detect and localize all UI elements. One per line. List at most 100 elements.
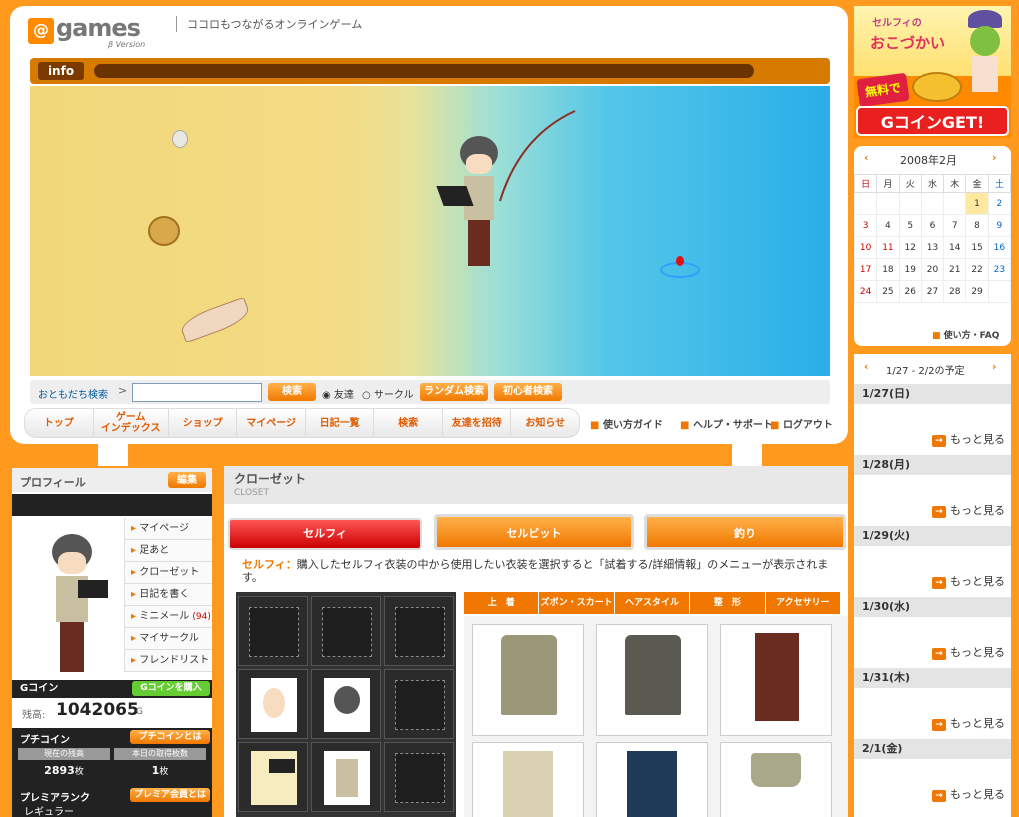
help-support-link[interactable]: ■ ヘルプ・サポート [680, 416, 773, 431]
profile-avatar[interactable] [32, 534, 112, 674]
calendar-day[interactable]: 19 [898, 258, 922, 281]
outfit-slot-empty[interactable] [384, 596, 454, 666]
outfit-slot-empty[interactable] [311, 596, 381, 666]
category-face[interactable]: 整 形 [690, 592, 766, 614]
menu-mycircle[interactable]: マイサークル [124, 628, 212, 650]
category-tops[interactable]: 上 着 [464, 592, 540, 614]
usage-guide-link[interactable]: ■ 使い方ガイド [590, 416, 663, 431]
tab-selfy[interactable]: セルフィ [228, 518, 422, 550]
category-pants-skirts[interactable]: ズボン・スカート [539, 592, 615, 614]
calendar-day[interactable]: 22 [965, 258, 989, 281]
item-card[interactable] [596, 742, 708, 817]
puchi-about-button[interactable]: プチコインとは [130, 730, 210, 744]
nav-top[interactable]: トップ [25, 409, 94, 437]
schedule-prev-icon[interactable]: ‹ [864, 360, 869, 373]
calendar-day-today[interactable]: 1 [965, 192, 989, 215]
search-button[interactable]: 検索 [268, 383, 316, 401]
menu-write-diary[interactable]: 日記を書く [124, 584, 212, 606]
calendar-day[interactable]: 20 [920, 258, 945, 281]
calendar-day[interactable]: 6 [920, 214, 945, 237]
profile-edit-button[interactable]: 編集 [168, 472, 206, 488]
item-card[interactable] [720, 742, 832, 817]
calendar-day[interactable]: 4 [876, 214, 900, 237]
more-link[interactable]: → もっと見る [932, 786, 1005, 802]
menu-footprints[interactable]: 足あと [124, 540, 212, 562]
nav-diary-list[interactable]: 日記一覧 [306, 409, 375, 437]
calendar-day[interactable]: 17 [853, 258, 878, 281]
menu-closet[interactable]: クローゼット [124, 562, 212, 584]
more-link[interactable]: → もっと見る [932, 715, 1005, 731]
calendar-day[interactable]: 3 [853, 214, 878, 237]
game-scene[interactable] [30, 86, 830, 376]
conch-shell-icon[interactable] [178, 296, 252, 344]
outfit-slot-jacket[interactable] [311, 742, 381, 812]
calendar-day[interactable]: 11 [876, 236, 900, 259]
calendar-day[interactable]: 13 [920, 236, 945, 259]
nav-shop[interactable]: ショップ [169, 409, 238, 437]
nav-mypage[interactable]: マイページ [237, 409, 306, 437]
calendar-day[interactable]: 8 [965, 214, 989, 237]
menu-mypage[interactable]: マイページ [124, 518, 212, 540]
calendar-day[interactable]: 16 [987, 236, 1012, 259]
menu-minimail[interactable]: ミニメール (94) [124, 606, 212, 628]
shell-icon[interactable] [148, 216, 180, 246]
calendar-day[interactable]: 15 [965, 236, 989, 259]
more-link[interactable]: → もっと見る [932, 502, 1005, 518]
more-link[interactable]: → もっと見る [932, 431, 1005, 447]
item-card[interactable] [596, 624, 708, 736]
calendar-day[interactable]: 7 [943, 214, 967, 237]
friend-search-input[interactable] [132, 383, 262, 402]
item-card[interactable] [472, 742, 584, 817]
calendar-day[interactable]: 18 [876, 258, 900, 281]
tab-selbit[interactable]: セルビット [434, 514, 634, 550]
calendar-day[interactable]: 21 [943, 258, 967, 281]
random-search-button[interactable]: ランダム検索 [420, 383, 488, 401]
nav-invite-friend[interactable]: 友達を招待 [443, 409, 512, 437]
outfit-slot-face[interactable] [238, 669, 308, 739]
nav-game-index[interactable]: ゲーム インデックス [94, 409, 169, 437]
calendar-day[interactable]: 9 [987, 214, 1012, 237]
calendar-day[interactable]: 29 [965, 280, 989, 303]
item-card[interactable] [472, 624, 584, 736]
gcoin-buy-button[interactable]: Gコインを購入 [132, 681, 210, 696]
category-hairstyle[interactable]: ヘアスタイル [615, 592, 691, 614]
menu-friendlist[interactable]: フレンドリスト [124, 650, 212, 672]
nav-notice[interactable]: お知らせ [511, 409, 579, 437]
radio-friend[interactable]: ◉ 友達 [322, 386, 354, 401]
calendar-day[interactable]: 5 [898, 214, 922, 237]
shell-icon[interactable] [172, 130, 188, 148]
schedule-next-icon[interactable]: › [992, 360, 997, 373]
premium-about-button[interactable]: プレミア会員とは [130, 788, 210, 802]
calendar-day[interactable]: 14 [943, 236, 967, 259]
outfit-slot-empty[interactable] [384, 669, 454, 739]
calendar-prev-icon[interactable]: ‹ [864, 151, 869, 164]
faq-link[interactable]: ■ 使い方・FAQ [932, 328, 999, 341]
more-link[interactable]: → もっと見る [932, 573, 1005, 589]
calendar-day[interactable]: 2 [987, 192, 1012, 215]
tab-fishing[interactable]: 釣り [644, 514, 846, 550]
calendar-day[interactable]: 26 [898, 280, 922, 303]
calendar-day[interactable]: 28 [943, 280, 967, 303]
outfit-slot-hair[interactable] [311, 669, 381, 739]
outfit-slot-scarf[interactable] [238, 742, 308, 812]
calendar-week: 3456789 [853, 214, 1012, 237]
calendar-day[interactable]: 27 [920, 280, 945, 303]
category-accessory[interactable]: アクセサリー [766, 592, 840, 614]
beginner-search-button[interactable]: 初心者検索 [494, 383, 562, 401]
calendar-day[interactable]: 25 [876, 280, 900, 303]
calendar-day[interactable]: 10 [853, 236, 878, 259]
games-logo[interactable]: @ games β Version [28, 14, 158, 49]
calendar-next-icon[interactable]: › [992, 151, 997, 164]
item-card[interactable] [720, 624, 832, 736]
calendar-day[interactable]: 23 [987, 258, 1012, 281]
radio-circle[interactable]: ○ サークル [362, 386, 414, 401]
logout-link[interactable]: ■ ログアウト [770, 416, 833, 431]
more-link[interactable]: → もっと見る [932, 644, 1005, 660]
fishing-bobber-icon[interactable] [660, 256, 700, 278]
nav-search[interactable]: 検索 [374, 409, 443, 437]
coin-banner[interactable]: セルフィの おこづかい 無料で GコインGET! [854, 6, 1011, 138]
calendar-day[interactable]: 12 [898, 236, 922, 259]
outfit-slot-empty[interactable] [238, 596, 308, 666]
calendar-day[interactable]: 24 [853, 280, 878, 303]
outfit-slot-empty[interactable] [384, 742, 454, 812]
